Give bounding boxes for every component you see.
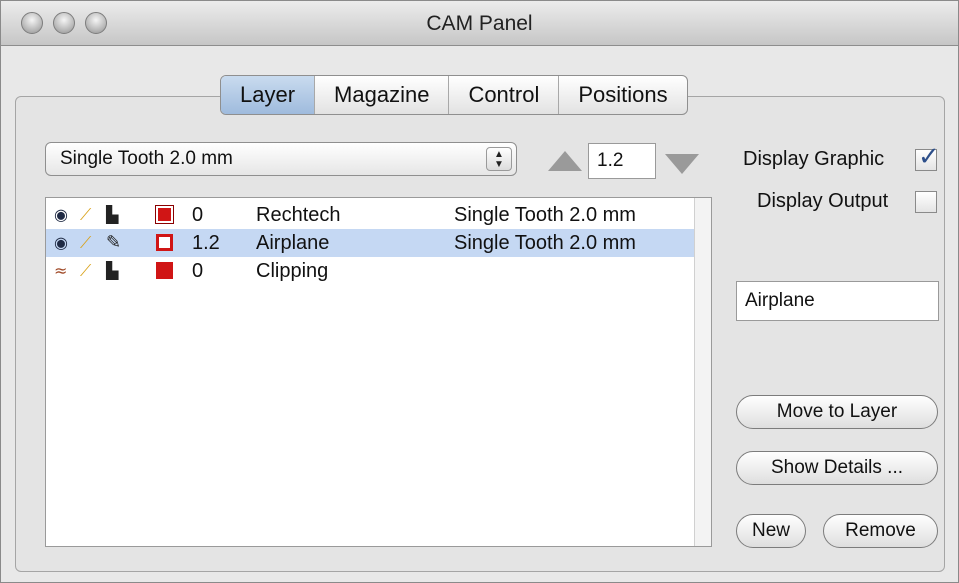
new-button[interactable]: New xyxy=(736,514,806,548)
wrench-icon: ⟋ xyxy=(80,233,92,252)
table-row[interactable]: ◉ ⟋ ✎ 1.2 Airplane Single Tooth 2.0 mm xyxy=(46,229,694,257)
cam-panel-window: CAM Panel Layer Magazine Control Positio… xyxy=(0,0,959,583)
layer-name: Clipping xyxy=(256,260,329,282)
popup-arrows-icon: ▲ ▼ xyxy=(486,147,512,171)
tab-magazine[interactable]: Magazine xyxy=(314,76,448,114)
eye-icon[interactable]: ◉ xyxy=(54,205,68,225)
layer-depth: 1.2 xyxy=(192,232,220,254)
table-row[interactable]: ≈ ⟋ ▙ 0 Clipping xyxy=(46,257,694,285)
closed-eye-icon[interactable]: ≈ xyxy=(54,261,67,281)
title-bar: CAM Panel xyxy=(1,1,958,46)
pen-icon: ✎ xyxy=(106,232,122,253)
tool-popup-value: Single Tooth 2.0 mm xyxy=(60,148,233,169)
depth-stepper-field[interactable]: 1.2 xyxy=(588,143,656,179)
list-scrollbar[interactable] xyxy=(694,198,711,546)
display-graphic-label: Display Graphic xyxy=(743,148,885,170)
checkmark-icon: ✓ xyxy=(918,142,940,172)
tab-layer[interactable]: Layer xyxy=(221,76,315,114)
layer-name: Rechtech xyxy=(256,204,341,226)
show-details-button[interactable]: Show Details ... xyxy=(736,451,938,485)
layer-depth: 0 xyxy=(192,204,204,226)
layer-tool: Single Tooth 2.0 mm xyxy=(454,204,636,226)
display-output-checkbox[interactable] xyxy=(915,191,937,213)
tool-popup[interactable]: Single Tooth 2.0 mm ▲ ▼ xyxy=(45,142,517,176)
layer-name: Airplane xyxy=(256,232,330,254)
red-square-icon xyxy=(156,262,173,279)
door-icon: ▙ xyxy=(106,205,119,224)
move-to-layer-button[interactable]: Move to Layer xyxy=(736,395,938,429)
table-row[interactable]: ◉ ⟋ ▙ 0 Rechtech Single Tooth 2.0 mm xyxy=(46,201,694,229)
display-output-label: Display Output xyxy=(757,190,889,212)
display-graphic-checkbox[interactable]: ✓ xyxy=(915,142,940,172)
layer-depth: 0 xyxy=(192,260,204,282)
layer-tool: Single Tooth 2.0 mm xyxy=(454,232,636,254)
layer-list[interactable]: ◉ ⟋ ▙ 0 Rechtech Single Tooth 2.0 mm ◉ ⟋… xyxy=(45,197,712,547)
red-square-icon xyxy=(155,205,174,224)
wrench-icon: ⟋ xyxy=(80,205,92,224)
remove-button[interactable]: Remove xyxy=(823,514,938,548)
layer-name-field[interactable]: Airplane xyxy=(736,281,939,321)
eye-icon[interactable]: ◉ xyxy=(54,233,68,253)
door-icon: ▙ xyxy=(106,261,119,280)
increment-arrow-icon[interactable] xyxy=(548,151,582,171)
tab-bar: Layer Magazine Control Positions xyxy=(220,75,688,115)
decrement-arrow-icon[interactable] xyxy=(665,154,699,174)
tab-control[interactable]: Control xyxy=(448,76,558,114)
red-square-icon xyxy=(156,234,173,251)
wrench-icon: ⟋ xyxy=(80,261,92,280)
tab-positions[interactable]: Positions xyxy=(558,76,686,114)
window-title: CAM Panel xyxy=(426,12,533,35)
